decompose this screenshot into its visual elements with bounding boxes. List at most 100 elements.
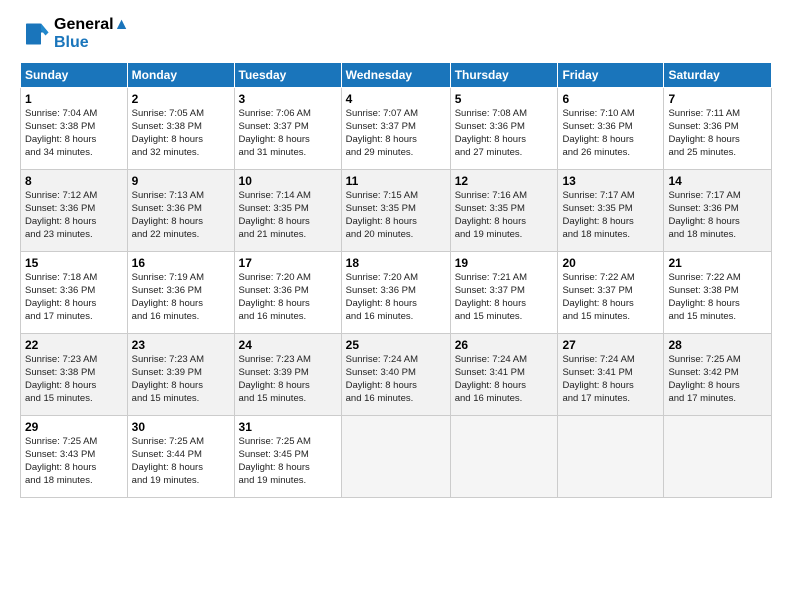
weekday-header: Monday bbox=[127, 63, 234, 88]
day-number: 1 bbox=[25, 91, 123, 107]
day-number: 7 bbox=[668, 91, 767, 107]
calendar-cell: 13Sunrise: 7:17 AM Sunset: 3:35 PM Dayli… bbox=[558, 170, 664, 252]
day-number: 21 bbox=[668, 255, 767, 271]
day-number: 5 bbox=[455, 91, 554, 107]
calendar-cell: 16Sunrise: 7:19 AM Sunset: 3:36 PM Dayli… bbox=[127, 252, 234, 334]
day-info: Sunrise: 7:23 AM Sunset: 3:38 PM Dayligh… bbox=[25, 354, 123, 405]
calendar-week-row: 8Sunrise: 7:12 AM Sunset: 3:36 PM Daylig… bbox=[21, 170, 772, 252]
day-number: 6 bbox=[562, 91, 659, 107]
calendar-week-row: 1Sunrise: 7:04 AM Sunset: 3:38 PM Daylig… bbox=[21, 88, 772, 170]
calendar-cell: 30Sunrise: 7:25 AM Sunset: 3:44 PM Dayli… bbox=[127, 416, 234, 498]
day-info: Sunrise: 7:16 AM Sunset: 3:35 PM Dayligh… bbox=[455, 190, 554, 241]
day-info: Sunrise: 7:25 AM Sunset: 3:45 PM Dayligh… bbox=[239, 436, 337, 487]
day-number: 3 bbox=[239, 91, 337, 107]
day-number: 25 bbox=[346, 337, 446, 353]
calendar-cell: 17Sunrise: 7:20 AM Sunset: 3:36 PM Dayli… bbox=[234, 252, 341, 334]
calendar-cell: 23Sunrise: 7:23 AM Sunset: 3:39 PM Dayli… bbox=[127, 334, 234, 416]
day-number: 22 bbox=[25, 337, 123, 353]
weekday-header: Tuesday bbox=[234, 63, 341, 88]
calendar-cell: 8Sunrise: 7:12 AM Sunset: 3:36 PM Daylig… bbox=[21, 170, 128, 252]
calendar-cell: 18Sunrise: 7:20 AM Sunset: 3:36 PM Dayli… bbox=[341, 252, 450, 334]
calendar-cell bbox=[450, 416, 558, 498]
calendar-week-row: 15Sunrise: 7:18 AM Sunset: 3:36 PM Dayli… bbox=[21, 252, 772, 334]
weekday-header: Wednesday bbox=[341, 63, 450, 88]
day-info: Sunrise: 7:17 AM Sunset: 3:36 PM Dayligh… bbox=[668, 190, 767, 241]
calendar-cell: 31Sunrise: 7:25 AM Sunset: 3:45 PM Dayli… bbox=[234, 416, 341, 498]
calendar-cell: 2Sunrise: 7:05 AM Sunset: 3:38 PM Daylig… bbox=[127, 88, 234, 170]
day-number: 17 bbox=[239, 255, 337, 271]
day-info: Sunrise: 7:24 AM Sunset: 3:41 PM Dayligh… bbox=[455, 354, 554, 405]
weekday-header: Friday bbox=[558, 63, 664, 88]
day-info: Sunrise: 7:08 AM Sunset: 3:36 PM Dayligh… bbox=[455, 108, 554, 159]
calendar-cell bbox=[341, 416, 450, 498]
day-info: Sunrise: 7:06 AM Sunset: 3:37 PM Dayligh… bbox=[239, 108, 337, 159]
day-number: 16 bbox=[132, 255, 230, 271]
calendar-table: SundayMondayTuesdayWednesdayThursdayFrid… bbox=[20, 62, 772, 498]
calendar-week-row: 22Sunrise: 7:23 AM Sunset: 3:38 PM Dayli… bbox=[21, 334, 772, 416]
day-info: Sunrise: 7:07 AM Sunset: 3:37 PM Dayligh… bbox=[346, 108, 446, 159]
day-info: Sunrise: 7:20 AM Sunset: 3:36 PM Dayligh… bbox=[239, 272, 337, 323]
calendar-cell: 26Sunrise: 7:24 AM Sunset: 3:41 PM Dayli… bbox=[450, 334, 558, 416]
day-number: 11 bbox=[346, 173, 446, 189]
day-number: 2 bbox=[132, 91, 230, 107]
day-info: Sunrise: 7:25 AM Sunset: 3:43 PM Dayligh… bbox=[25, 436, 123, 487]
calendar-cell: 9Sunrise: 7:13 AM Sunset: 3:36 PM Daylig… bbox=[127, 170, 234, 252]
day-info: Sunrise: 7:15 AM Sunset: 3:35 PM Dayligh… bbox=[346, 190, 446, 241]
calendar-cell: 14Sunrise: 7:17 AM Sunset: 3:36 PM Dayli… bbox=[664, 170, 772, 252]
day-number: 10 bbox=[239, 173, 337, 189]
weekday-header: Thursday bbox=[450, 63, 558, 88]
day-info: Sunrise: 7:20 AM Sunset: 3:36 PM Dayligh… bbox=[346, 272, 446, 323]
day-info: Sunrise: 7:17 AM Sunset: 3:35 PM Dayligh… bbox=[562, 190, 659, 241]
day-number: 20 bbox=[562, 255, 659, 271]
day-number: 8 bbox=[25, 173, 123, 189]
day-number: 29 bbox=[25, 419, 123, 435]
logo-icon bbox=[20, 19, 50, 49]
day-number: 26 bbox=[455, 337, 554, 353]
day-info: Sunrise: 7:10 AM Sunset: 3:36 PM Dayligh… bbox=[562, 108, 659, 159]
calendar-body: 1Sunrise: 7:04 AM Sunset: 3:38 PM Daylig… bbox=[21, 88, 772, 498]
calendar-cell: 19Sunrise: 7:21 AM Sunset: 3:37 PM Dayli… bbox=[450, 252, 558, 334]
day-info: Sunrise: 7:14 AM Sunset: 3:35 PM Dayligh… bbox=[239, 190, 337, 241]
calendar-cell: 11Sunrise: 7:15 AM Sunset: 3:35 PM Dayli… bbox=[341, 170, 450, 252]
day-info: Sunrise: 7:25 AM Sunset: 3:44 PM Dayligh… bbox=[132, 436, 230, 487]
calendar-cell: 28Sunrise: 7:25 AM Sunset: 3:42 PM Dayli… bbox=[664, 334, 772, 416]
day-number: 28 bbox=[668, 337, 767, 353]
weekday-row: SundayMondayTuesdayWednesdayThursdayFrid… bbox=[21, 63, 772, 88]
calendar-cell: 20Sunrise: 7:22 AM Sunset: 3:37 PM Dayli… bbox=[558, 252, 664, 334]
day-number: 18 bbox=[346, 255, 446, 271]
day-info: Sunrise: 7:22 AM Sunset: 3:37 PM Dayligh… bbox=[562, 272, 659, 323]
day-number: 4 bbox=[346, 91, 446, 107]
day-info: Sunrise: 7:23 AM Sunset: 3:39 PM Dayligh… bbox=[132, 354, 230, 405]
day-info: Sunrise: 7:25 AM Sunset: 3:42 PM Dayligh… bbox=[668, 354, 767, 405]
calendar-week-row: 29Sunrise: 7:25 AM Sunset: 3:43 PM Dayli… bbox=[21, 416, 772, 498]
day-info: Sunrise: 7:05 AM Sunset: 3:38 PM Dayligh… bbox=[132, 108, 230, 159]
calendar-header: SundayMondayTuesdayWednesdayThursdayFrid… bbox=[21, 63, 772, 88]
calendar-cell: 5Sunrise: 7:08 AM Sunset: 3:36 PM Daylig… bbox=[450, 88, 558, 170]
day-info: Sunrise: 7:24 AM Sunset: 3:40 PM Dayligh… bbox=[346, 354, 446, 405]
logo-text: General▲ Blue bbox=[54, 16, 129, 52]
calendar-cell: 27Sunrise: 7:24 AM Sunset: 3:41 PM Dayli… bbox=[558, 334, 664, 416]
day-info: Sunrise: 7:13 AM Sunset: 3:36 PM Dayligh… bbox=[132, 190, 230, 241]
calendar-cell: 4Sunrise: 7:07 AM Sunset: 3:37 PM Daylig… bbox=[341, 88, 450, 170]
day-info: Sunrise: 7:12 AM Sunset: 3:36 PM Dayligh… bbox=[25, 190, 123, 241]
calendar-cell: 29Sunrise: 7:25 AM Sunset: 3:43 PM Dayli… bbox=[21, 416, 128, 498]
day-number: 24 bbox=[239, 337, 337, 353]
calendar-cell: 7Sunrise: 7:11 AM Sunset: 3:36 PM Daylig… bbox=[664, 88, 772, 170]
day-number: 19 bbox=[455, 255, 554, 271]
calendar-cell: 24Sunrise: 7:23 AM Sunset: 3:39 PM Dayli… bbox=[234, 334, 341, 416]
day-info: Sunrise: 7:19 AM Sunset: 3:36 PM Dayligh… bbox=[132, 272, 230, 323]
calendar-cell: 3Sunrise: 7:06 AM Sunset: 3:37 PM Daylig… bbox=[234, 88, 341, 170]
calendar-cell: 12Sunrise: 7:16 AM Sunset: 3:35 PM Dayli… bbox=[450, 170, 558, 252]
day-info: Sunrise: 7:18 AM Sunset: 3:36 PM Dayligh… bbox=[25, 272, 123, 323]
day-info: Sunrise: 7:11 AM Sunset: 3:36 PM Dayligh… bbox=[668, 108, 767, 159]
calendar-cell: 22Sunrise: 7:23 AM Sunset: 3:38 PM Dayli… bbox=[21, 334, 128, 416]
day-number: 14 bbox=[668, 173, 767, 189]
day-number: 30 bbox=[132, 419, 230, 435]
weekday-header: Saturday bbox=[664, 63, 772, 88]
day-info: Sunrise: 7:23 AM Sunset: 3:39 PM Dayligh… bbox=[239, 354, 337, 405]
page-header: General▲ Blue bbox=[20, 16, 772, 52]
day-number: 23 bbox=[132, 337, 230, 353]
day-number: 13 bbox=[562, 173, 659, 189]
day-number: 12 bbox=[455, 173, 554, 189]
calendar-cell: 1Sunrise: 7:04 AM Sunset: 3:38 PM Daylig… bbox=[21, 88, 128, 170]
